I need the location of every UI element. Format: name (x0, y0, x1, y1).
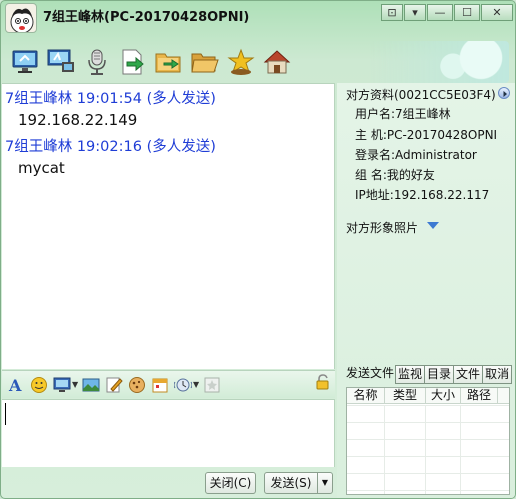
smiley-icon[interactable] (29, 375, 49, 395)
column-header-name[interactable]: 名称 (347, 388, 385, 403)
image-icon[interactable] (81, 375, 101, 395)
shake-icon[interactable] (173, 375, 193, 395)
decorative-banner (369, 41, 509, 83)
tab-monitor[interactable]: 监视 (395, 365, 426, 384)
file-transfer-tabs: 发送文件 监视 目录 文件 取消 (346, 365, 513, 384)
info-username: 用户名:7组王峰林 (355, 107, 451, 121)
chat-message: 7组王峰林 19:02:16 (多人发送) mycat (2, 137, 334, 179)
tab-directory[interactable]: 目录 (425, 365, 455, 384)
chat-window: 7组王峰林(PC-20170428OPNI) ⊡ ▾ — ☐ ✕ 7组王峰林 1… (0, 0, 516, 499)
home-icon[interactable] (261, 46, 293, 78)
contact-photo-label: 对方形象照片 (346, 221, 419, 235)
message-header: 7组王峰林 19:01:54 (多人发送) (5, 91, 216, 107)
window-title: 7组王峰林(PC-20170428OPNI) (43, 10, 250, 25)
main-toolbar (9, 46, 293, 78)
file-transfer-table[interactable]: 名称 类型 大小 路径 (346, 387, 510, 495)
info-group: 组 名:我的好友 (355, 168, 435, 182)
maximize-button[interactable]: ☐ (454, 4, 480, 21)
send-button[interactable]: 发送(S) (264, 472, 318, 494)
font-icon[interactable]: A (6, 375, 26, 395)
expand-arrow-icon[interactable] (498, 87, 510, 99)
microphone-icon[interactable] (81, 46, 113, 78)
remote-assist-icon[interactable] (45, 46, 77, 78)
message-body: mycat (18, 159, 65, 177)
svg-text:A: A (8, 376, 22, 394)
calendar-icon[interactable] (150, 375, 170, 395)
minimize-button[interactable]: — (427, 4, 453, 21)
tab-send-file[interactable]: 发送文件 (346, 365, 395, 384)
lock-icon[interactable] (315, 374, 331, 393)
column-header-size[interactable]: 大小 (426, 388, 461, 403)
folder-open-icon[interactable] (189, 46, 221, 78)
message-body: 192.168.22.149 (18, 111, 138, 129)
chat-message: 7组王峰林 19:01:54 (多人发送) 192.168.22.149 (2, 89, 334, 131)
title-bar[interactable]: 7组王峰林(PC-20170428OPNI) ⊡ ▾ — ☐ ✕ (1, 1, 515, 33)
close-window-button[interactable]: ✕ (481, 4, 513, 21)
close-button[interactable]: 关闭(C) (205, 472, 256, 494)
screenshot-dropdown-icon[interactable]: ▼ (72, 380, 78, 389)
edit-icon[interactable] (104, 375, 124, 395)
info-host: 主 机:PC-20170428OPNI (355, 128, 498, 142)
monitor-icon[interactable] (9, 46, 41, 78)
cookie-icon[interactable] (127, 375, 147, 395)
send-folder-icon[interactable] (153, 46, 185, 78)
info-login: 登录名:Administrator (355, 148, 477, 162)
send-file-icon[interactable] (117, 46, 149, 78)
menu-button[interactable]: ▾ (404, 4, 426, 21)
contact-info-panel: 对方资料(0021CC5E03F4) 用户名:7组王峰林 主 机:PC-2017… (337, 83, 515, 498)
send-options-dropdown[interactable]: ▼ (317, 472, 333, 494)
photo-dropdown-icon[interactable] (427, 222, 439, 229)
disabled-icon[interactable] (202, 375, 222, 395)
star-person-icon[interactable] (225, 46, 257, 78)
bottom-bar: 关闭(C) 发送(S) ▼ (2, 468, 335, 498)
window-controls: ⊡ ▾ — ☐ ✕ (381, 4, 513, 22)
pin-button[interactable]: ⊡ (381, 4, 403, 21)
table-grid (347, 405, 509, 494)
input-toolbar: A ▼ ▼ (2, 370, 335, 398)
column-header-path[interactable]: 路径 (461, 388, 498, 403)
message-header: 7组王峰林 19:02:16 (多人发送) (5, 139, 216, 155)
text-caret (5, 403, 6, 425)
column-header-type[interactable]: 类型 (385, 388, 426, 403)
info-ip: IP地址:192.168.22.117 (355, 188, 490, 202)
tab-cancel[interactable]: 取消 (483, 365, 513, 384)
contact-info-title: 对方资料(0021CC5E03F4) (346, 88, 496, 102)
avatar[interactable] (5, 3, 37, 33)
shake-dropdown-icon[interactable]: ▼ (193, 380, 199, 389)
table-header: 名称 类型 大小 路径 (347, 388, 509, 404)
screenshot-icon[interactable] (52, 375, 72, 395)
tab-file[interactable]: 文件 (454, 365, 484, 384)
message-input[interactable] (2, 399, 335, 467)
chat-history[interactable]: 7组王峰林 19:01:54 (多人发送) 192.168.22.149 7组王… (2, 83, 335, 369)
